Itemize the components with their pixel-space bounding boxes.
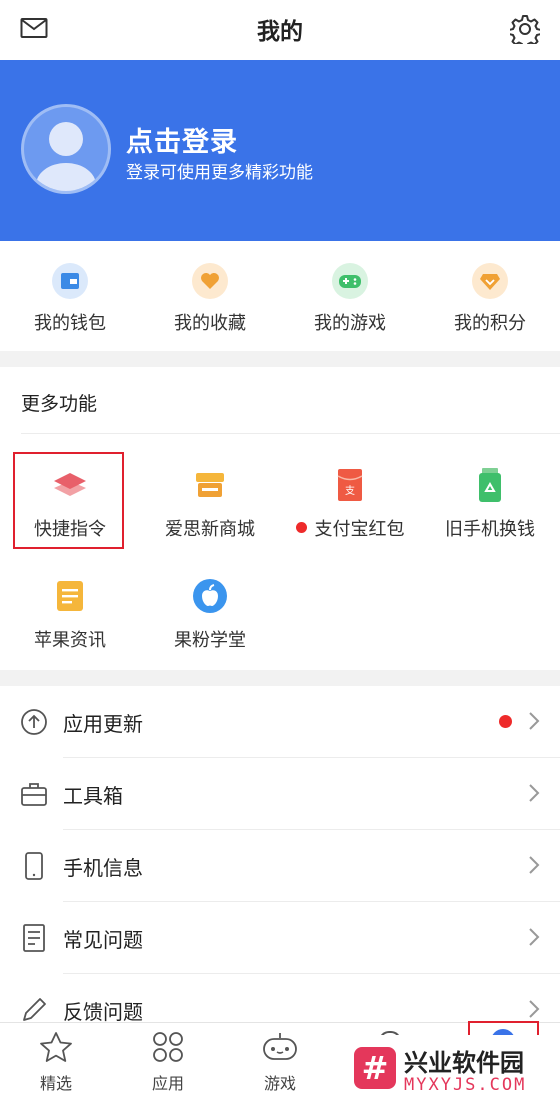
toolbox-icon: [20, 780, 48, 808]
list-item-toolbox[interactable]: 工具箱: [0, 758, 560, 830]
upload-arrow-icon: [20, 708, 48, 736]
fan-school-item[interactable]: 果粉学堂: [140, 562, 280, 662]
gamepad-icon: [332, 263, 368, 299]
red-dot-badge: [295, 522, 307, 533]
list-item-label: 常见问题: [63, 928, 143, 952]
chevron-right-icon: [528, 783, 540, 807]
alipay-red-envelope-icon: 支: [332, 467, 368, 503]
news-icon: [52, 578, 88, 614]
list-item-faq[interactable]: 常见问题: [0, 902, 560, 974]
alipay-red-envelope-label: 支付宝红包: [280, 515, 420, 541]
page-title: 我的: [257, 19, 303, 45]
more-features-section: 更多功能 快捷指令 爱思新商城 支 支付宝红包 旧手机换钱 苹果资讯 果粉学堂: [0, 367, 560, 670]
store-icon: [192, 467, 228, 503]
apple-icon: [192, 578, 228, 614]
avatar-placeholder-icon[interactable]: [21, 104, 111, 194]
chevron-right-icon: [528, 999, 540, 1023]
document-icon: [20, 924, 48, 952]
settings-list: 应用更新 工具箱 手机信息 常见问题 反馈问题: [0, 686, 560, 1026]
phone-recycle-item[interactable]: 旧手机换钱: [420, 451, 560, 551]
gamepad-icon: [262, 1031, 298, 1067]
svg-text:支: 支: [345, 485, 355, 497]
apple-news-item[interactable]: 苹果资讯: [0, 562, 140, 662]
chevron-right-icon: [528, 711, 540, 735]
list-item-label: 手机信息: [63, 856, 143, 880]
star-icon: [39, 1031, 73, 1067]
highlight-box: [13, 452, 124, 549]
top-bar: 我的: [0, 0, 560, 60]
apple-news-label: 苹果资讯: [34, 630, 106, 651]
heart-icon: [192, 263, 228, 299]
alipay-red-envelope-text: 支付宝红包: [314, 519, 405, 540]
login-title[interactable]: 点击登录: [126, 120, 238, 159]
list-item-label: 工具箱: [63, 784, 123, 808]
diamond-icon: [472, 263, 508, 299]
my-wallet-label: 我的钱包: [34, 313, 106, 334]
watermark-logo-icon: #: [354, 1047, 396, 1089]
tab-label: 精选: [39, 1074, 72, 1093]
watermark-title: 兴业软件园: [404, 1049, 524, 1077]
fan-school-label: 果粉学堂: [174, 630, 246, 651]
my-points-item[interactable]: 我的积分: [420, 241, 560, 351]
login-subtitle: 登录可使用更多精彩功能: [126, 163, 313, 183]
wallet-icon: [52, 263, 88, 299]
phone-recycle-icon: [472, 467, 508, 503]
tab-apps[interactable]: 应用: [112, 1023, 224, 1108]
divider: [21, 433, 560, 434]
list-item-app-update[interactable]: 应用更新: [0, 686, 560, 758]
tab-featured[interactable]: 精选: [0, 1023, 112, 1108]
tab-label: 游戏: [263, 1074, 296, 1093]
apps-grid-icon: [152, 1031, 184, 1067]
watermark-url: MYXYJS.COM: [404, 1075, 527, 1095]
profile-banner[interactable]: 点击登录 登录可使用更多精彩功能: [0, 60, 560, 241]
tab-label: 应用: [151, 1074, 184, 1093]
my-games-item[interactable]: 我的游戏: [280, 241, 420, 351]
gear-icon[interactable]: [508, 14, 542, 49]
chevron-right-icon: [528, 855, 540, 879]
tab-games[interactable]: 游戏: [224, 1023, 336, 1108]
alipay-red-envelope-item[interactable]: 支 支付宝红包: [280, 451, 420, 551]
section-title: 更多功能: [21, 393, 98, 415]
quick-actions: 我的钱包 我的收藏 我的游戏 我的积分: [0, 241, 560, 351]
phone-recycle-label: 旧手机换钱: [445, 519, 535, 540]
store-item[interactable]: 爱思新商城: [140, 451, 280, 551]
my-games-label: 我的游戏: [314, 313, 386, 334]
red-dot-badge: [499, 715, 512, 728]
watermark: # 兴业软件园 MYXYJS.COM: [344, 1035, 560, 1108]
my-favorites-label: 我的收藏: [174, 313, 246, 334]
chevron-right-icon: [528, 927, 540, 951]
phone-icon: [20, 852, 48, 880]
list-item-label: 反馈问题: [63, 1000, 143, 1024]
pencil-icon: [20, 996, 48, 1024]
list-item-label: 应用更新: [63, 712, 143, 736]
store-label: 爱思新商城: [165, 519, 255, 540]
list-item-phone-info[interactable]: 手机信息: [0, 830, 560, 902]
my-wallet-item[interactable]: 我的钱包: [0, 241, 140, 351]
my-favorites-item[interactable]: 我的收藏: [140, 241, 280, 351]
my-points-label: 我的积分: [454, 313, 526, 334]
